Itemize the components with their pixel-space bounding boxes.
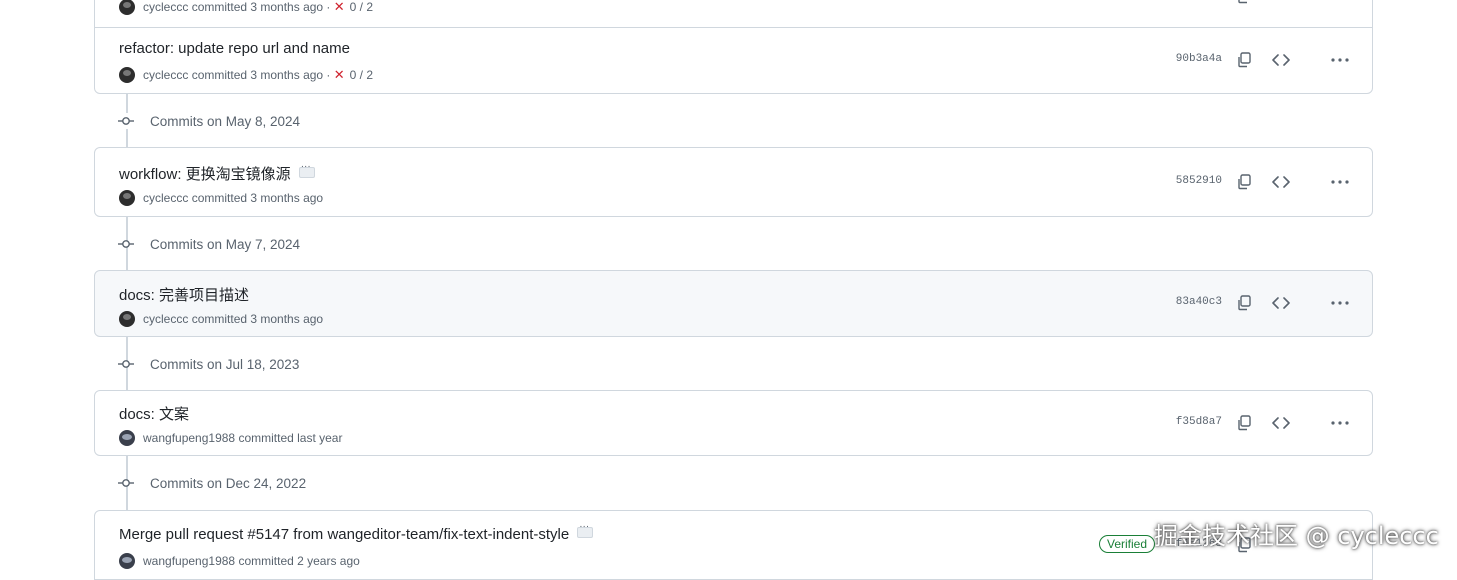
author-link[interactable]: wangfupeng1988 xyxy=(143,554,235,568)
commit-sha-link[interactable]: f35d8a7 xyxy=(1176,416,1222,428)
commit-group-header: Commits on May 7, 2024 xyxy=(118,234,300,254)
copy-icon xyxy=(1238,52,1251,68)
code-icon xyxy=(1272,297,1290,309)
commit-sha-link[interactable]: 83a40c3 xyxy=(1176,296,1222,308)
watermark-text: 掘金技术社区 @ cycleccc xyxy=(1154,522,1439,550)
checks-count[interactable]: 0 / 2 xyxy=(350,0,373,14)
avatar[interactable] xyxy=(119,311,135,327)
avatar[interactable] xyxy=(119,0,135,15)
avatar[interactable] xyxy=(119,553,135,569)
commit-meta: cycleccc committed 3 months ago · ✕ 0 / 2 xyxy=(119,67,373,83)
commit-meta: wangfupeng1988 committed 2 years ago xyxy=(119,553,360,569)
copy-sha-button[interactable] xyxy=(1234,50,1254,70)
x-icon[interactable]: ✕ xyxy=(334,0,345,15)
avatar[interactable] xyxy=(119,67,135,83)
git-commit-icon xyxy=(118,479,134,487)
kebab-horizontal-icon xyxy=(1331,421,1349,425)
commit-group-header: Commits on May 8, 2024 xyxy=(118,111,300,131)
code-icon xyxy=(1272,176,1290,188)
more-actions-button[interactable] xyxy=(1330,293,1350,313)
copy-sha-button[interactable] xyxy=(1234,413,1254,433)
commit-row: cycleccc committed 3 months ago · ✕ 0 / 2 xyxy=(94,0,1373,28)
copy-icon xyxy=(1238,0,1247,4)
browse-repo-button[interactable] xyxy=(1271,172,1291,192)
commit-row: workflow: 更换淘宝镜像源 cycleccc committed 3 m… xyxy=(94,147,1373,217)
avatar[interactable] xyxy=(119,430,135,446)
group-date-label: Commits on May 7, 2024 xyxy=(150,236,301,252)
browse-repo-button[interactable] xyxy=(1271,50,1291,70)
commit-message[interactable]: workflow: 更换淘宝镜像源 xyxy=(119,161,315,184)
git-commit-icon xyxy=(118,240,134,248)
author-link[interactable]: cycleccc xyxy=(143,0,188,14)
copy-sha-button[interactable] xyxy=(1234,293,1254,313)
committed-text: committed 2 years ago xyxy=(238,554,360,568)
code-icon xyxy=(1272,54,1290,66)
commit-meta: cycleccc committed 3 months ago · ✕ 0 / 2 xyxy=(119,0,373,15)
checks-count[interactable]: 0 / 2 xyxy=(350,68,373,82)
copy-sha-button[interactable] xyxy=(1234,0,1254,6)
copy-sha-button[interactable] xyxy=(1234,172,1254,192)
author-link[interactable]: cycleccc xyxy=(143,191,188,205)
committed-text: committed 3 months ago xyxy=(191,191,324,205)
browse-repo-button[interactable] xyxy=(1271,413,1291,433)
commit-meta: cycleccc committed 3 months ago xyxy=(119,190,323,206)
committed-text: committed 3 months ago xyxy=(191,312,324,326)
commit-message[interactable]: Merge pull request #5147 from wangeditor… xyxy=(119,521,594,543)
author-link[interactable]: cycleccc xyxy=(143,68,188,82)
copy-icon xyxy=(1238,415,1251,431)
commit-group-header: Commits on Dec 24, 2022 xyxy=(118,473,306,493)
committed-text: committed last year xyxy=(238,431,343,445)
expand-message-button[interactable] xyxy=(298,161,315,178)
group-date-label: Commits on May 8, 2024 xyxy=(150,113,301,129)
more-actions-button[interactable] xyxy=(1330,50,1350,70)
copy-icon xyxy=(1238,295,1251,311)
commit-meta: wangfupeng1988 committed last year xyxy=(119,430,342,446)
expand-message-button[interactable] xyxy=(577,521,594,538)
author-link[interactable]: wangfupeng1988 xyxy=(143,431,235,445)
kebab-horizontal-icon xyxy=(1331,301,1349,305)
group-date-label: Commits on Dec 24, 2022 xyxy=(150,475,307,491)
git-commit-icon xyxy=(118,360,134,368)
avatar[interactable] xyxy=(119,190,135,206)
git-commit-icon xyxy=(118,113,134,129)
code-icon xyxy=(1272,417,1290,429)
commit-sha-link[interactable]: 90b3a4a xyxy=(1176,53,1222,65)
commit-sha-link[interactable]: 5852910 xyxy=(1176,175,1222,187)
commit-message[interactable]: refactor: update repo url and name xyxy=(119,40,350,57)
commit-row: refactor: update repo url and name cycle… xyxy=(94,27,1373,94)
commit-message[interactable]: docs: 完善项目描述 xyxy=(119,284,249,305)
more-actions-button[interactable] xyxy=(1330,172,1350,192)
browse-repo-button[interactable] xyxy=(1271,293,1291,313)
author-link[interactable]: cycleccc xyxy=(143,312,188,326)
commit-row: docs: 完善项目描述 cycleccc committed 3 months… xyxy=(94,270,1373,337)
x-icon[interactable]: ✕ xyxy=(334,67,345,83)
committed-text: committed 3 months ago · xyxy=(191,0,331,14)
committed-text: committed 3 months ago · xyxy=(191,68,331,82)
commit-group-header: Commits on Jul 18, 2023 xyxy=(118,354,299,374)
commit-meta: cycleccc committed 3 months ago xyxy=(119,311,323,327)
commit-message[interactable]: docs: 文案 xyxy=(119,403,189,424)
commit-row: docs: 文案 wangfupeng1988 committed last y… xyxy=(94,390,1373,456)
kebab-horizontal-icon xyxy=(1331,180,1349,184)
copy-icon xyxy=(1238,174,1251,190)
kebab-horizontal-icon xyxy=(1331,58,1349,62)
verified-badge[interactable]: Verified xyxy=(1099,535,1156,553)
group-date-label: Commits on Jul 18, 2023 xyxy=(150,356,300,372)
more-actions-button[interactable] xyxy=(1330,413,1350,433)
